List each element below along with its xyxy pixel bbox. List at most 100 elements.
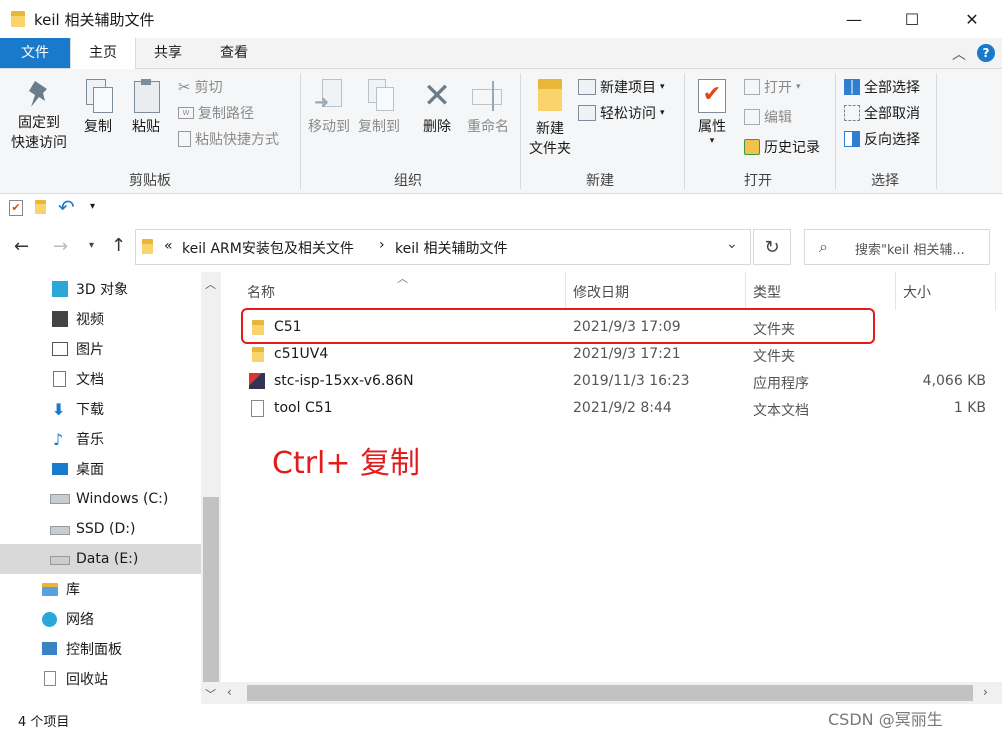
- customize-toolbar-icon[interactable]: ▾: [90, 201, 95, 212]
- copy-to-button[interactable]: 复制到: [354, 79, 404, 137]
- breadcrumb-keil-arm[interactable]: keil ARM安装包及相关文件: [182, 238, 354, 258]
- edit-button[interactable]: 编辑: [744, 107, 792, 127]
- new-item-icon: [578, 79, 596, 95]
- breadcrumb-overflow[interactable]: «: [164, 238, 173, 254]
- easy-access-button[interactable]: 轻松访问 ▾: [578, 103, 665, 123]
- scroll-down-icon[interactable]: ﹀: [205, 686, 216, 702]
- properties-check-icon[interactable]: ✔: [9, 200, 23, 216]
- easy-access-label: 轻松访问: [600, 106, 656, 122]
- column-divider[interactable]: [565, 272, 566, 310]
- pin-quick-access-button[interactable]: 固定到 快速访问: [8, 79, 70, 153]
- column-header-date[interactable]: 修改日期: [573, 282, 629, 302]
- delete-label: 删除: [423, 119, 451, 135]
- quick-access-toolbar: ✔ ↶ ▾: [0, 194, 1002, 222]
- nav-item-3d-objects[interactable]: 3D 对象: [0, 274, 201, 304]
- open-button[interactable]: 打开 ▾: [744, 77, 801, 97]
- column-header-name[interactable]: 名称: [247, 282, 275, 302]
- properties-check-icon: ✔: [698, 79, 726, 113]
- history-button[interactable]: 历史记录: [744, 137, 820, 157]
- nav-item-documents[interactable]: 文档: [0, 364, 201, 394]
- breadcrumb-keil-helper[interactable]: keil 相关辅助文件: [395, 238, 507, 258]
- nav-item-desktop[interactable]: 桌面: [0, 454, 201, 484]
- paste-shortcut-button[interactable]: 粘贴快捷方式: [178, 129, 279, 149]
- new-item-button[interactable]: 新建项目 ▾: [578, 77, 665, 97]
- paste-button[interactable]: 粘贴: [128, 79, 164, 137]
- tab-home[interactable]: 主页: [70, 38, 136, 69]
- nav-scrollbar[interactable]: ︿ ﹀: [201, 272, 221, 704]
- rename-button[interactable]: 重命名: [463, 79, 513, 137]
- history-label: 历史记录: [764, 140, 820, 156]
- search-icon: ⌕: [819, 237, 828, 256]
- address-bar[interactable]: « keil ARM安装包及相关文件 › keil 相关辅助文件 ⌄: [135, 229, 751, 265]
- undo-icon[interactable]: ↶: [58, 195, 75, 219]
- column-divider[interactable]: [745, 272, 746, 310]
- nav-item-recycle-bin[interactable]: 回收站: [0, 664, 201, 694]
- scroll-thumb[interactable]: [247, 685, 973, 701]
- scroll-right-icon[interactable]: ›: [983, 685, 988, 699]
- copy-button[interactable]: 复制: [80, 79, 116, 137]
- address-dropdown-icon[interactable]: ⌄: [726, 236, 738, 252]
- column-header-size[interactable]: 大小: [903, 282, 931, 302]
- file-row[interactable]: stc-isp-15xx-v6.86N 2019/11/3 16:23 应用程序…: [246, 368, 986, 395]
- tab-view[interactable]: 查看: [202, 38, 266, 68]
- nav-item-video[interactable]: 视频: [0, 304, 201, 334]
- nav-item-ssd-d[interactable]: SSD (D:): [0, 514, 201, 544]
- search-box[interactable]: ⌕ 搜索"keil 相关辅...: [804, 229, 990, 265]
- nav-item-windows-c[interactable]: Windows (C:): [0, 484, 201, 514]
- properties-button[interactable]: ✔ 属性 ▾: [692, 79, 732, 146]
- tab-file[interactable]: 文件: [0, 38, 70, 68]
- ribbon-collapse-icon[interactable]: ︿: [952, 44, 966, 64]
- file-row[interactable]: c51UV4 2021/9/3 17:21 文件夹: [246, 341, 986, 368]
- column-header-type[interactable]: 类型: [753, 282, 781, 302]
- move-to-button[interactable]: ➜ 移动到: [304, 79, 354, 137]
- back-arrow-icon[interactable]: ←: [14, 236, 29, 257]
- delete-button[interactable]: ✕ 删除: [418, 79, 456, 137]
- nav-item-control-panel[interactable]: 控制面板: [0, 634, 201, 664]
- close-button[interactable]: ✕: [948, 0, 996, 38]
- library-icon: [42, 583, 58, 596]
- new-folder-icon[interactable]: [35, 200, 46, 214]
- file-row[interactable]: tool C51 2021/9/2 8:44 文本文档 1 KB: [246, 395, 986, 422]
- breadcrumb-separator[interactable]: ›: [379, 237, 385, 253]
- copy-path-button[interactable]: W 复制路径: [178, 103, 254, 123]
- window-title: keil 相关辅助文件: [34, 11, 155, 29]
- edit-icon: [744, 109, 760, 125]
- column-divider[interactable]: [995, 272, 996, 310]
- horizontal-scrollbar[interactable]: ‹ ›: [221, 682, 1002, 704]
- new-item-label: 新建项目: [600, 80, 656, 96]
- up-arrow-icon[interactable]: ↑: [111, 235, 126, 256]
- nav-label: 图片: [76, 342, 104, 358]
- invert-selection-button[interactable]: 反向选择: [844, 129, 920, 149]
- file-name: tool C51: [274, 400, 333, 416]
- new-folder-button[interactable]: 新建 文件夹: [524, 79, 576, 159]
- select-none-button[interactable]: 全部取消: [844, 103, 920, 123]
- minimize-button[interactable]: —: [830, 0, 878, 38]
- tab-share[interactable]: 共享: [136, 38, 200, 68]
- watermark: CSDN @冥丽生: [828, 710, 943, 729]
- dropdown-arrow-icon: ▾: [660, 108, 665, 118]
- recent-locations-icon[interactable]: ▾: [89, 240, 94, 251]
- dropdown-arrow-icon: ▾: [660, 82, 665, 92]
- nav-item-data-e[interactable]: Data (E:): [0, 544, 201, 574]
- column-divider[interactable]: [895, 272, 896, 310]
- open-group-label: 打开: [744, 173, 772, 189]
- pictures-icon: [52, 342, 68, 356]
- nav-item-pictures[interactable]: 图片: [0, 334, 201, 364]
- nav-item-network[interactable]: 网络: [0, 604, 201, 634]
- rename-icon: [470, 79, 506, 113]
- forward-arrow-icon[interactable]: →: [53, 236, 68, 257]
- file-size: 4,066 KB: [922, 373, 986, 389]
- help-icon[interactable]: ?: [977, 44, 995, 62]
- nav-item-music[interactable]: ♪ 音乐: [0, 424, 201, 454]
- scroll-left-icon[interactable]: ‹: [227, 685, 232, 699]
- nav-item-library[interactable]: 库: [0, 574, 201, 604]
- maximize-button[interactable]: ☐: [888, 0, 936, 38]
- ribbon-divider: [300, 73, 301, 189]
- scroll-thumb[interactable]: [203, 497, 219, 682]
- annotation-text: Ctrl+ 复制: [272, 446, 421, 481]
- cut-button[interactable]: ✂ 剪切: [178, 77, 223, 97]
- nav-item-downloads[interactable]: ⬇ 下载: [0, 394, 201, 424]
- refresh-button[interactable]: ↻: [753, 229, 791, 265]
- select-all-button[interactable]: 全部选择: [844, 77, 920, 97]
- scroll-up-icon[interactable]: ︿: [205, 276, 216, 292]
